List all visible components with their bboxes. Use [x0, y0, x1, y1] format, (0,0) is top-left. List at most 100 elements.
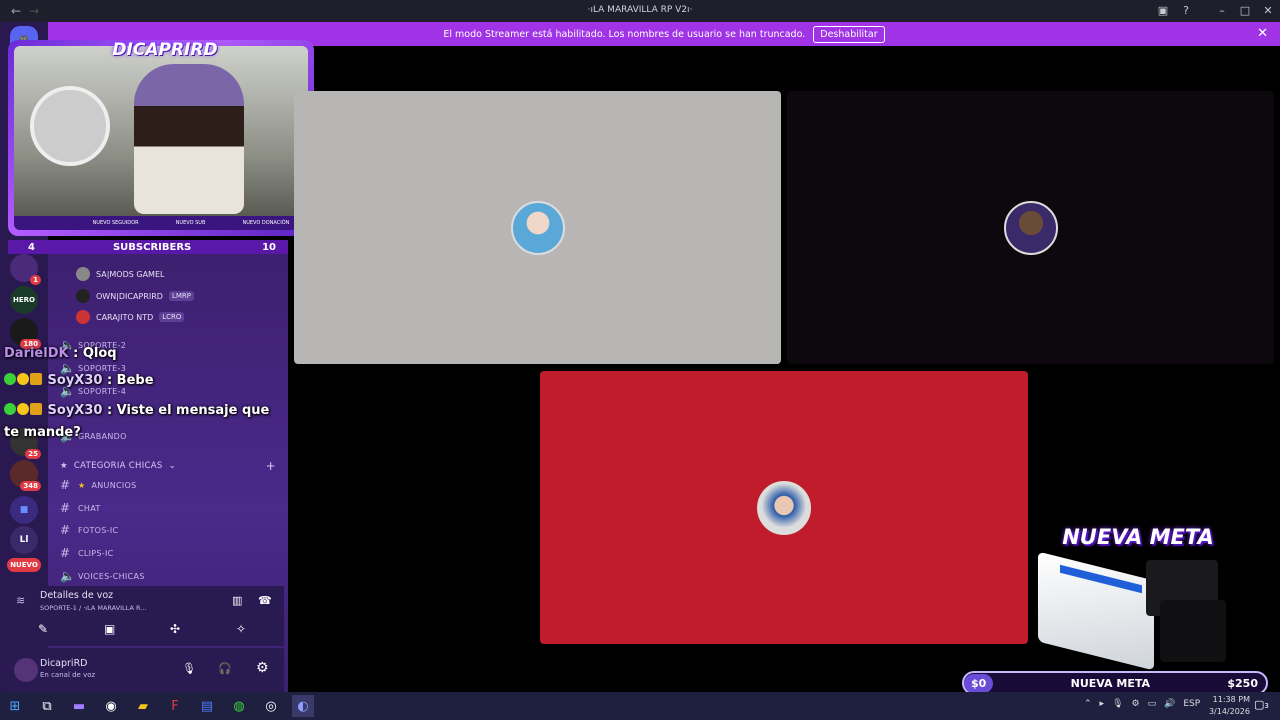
server-icon[interactable]: 348	[10, 460, 41, 491]
meta-bar-label: NUEVA META	[1070, 676, 1151, 690]
help-icon[interactable]: ?	[1178, 3, 1194, 19]
obs-icon[interactable]: ◎	[260, 695, 282, 717]
user-panel: DicapriRD En canal de voz 🎙 🎧 ⚙	[8, 648, 284, 692]
server-icon[interactable]: HERO	[10, 286, 38, 314]
star-icon: ★	[78, 480, 86, 490]
back-arrow-icon[interactable]: ←	[8, 4, 24, 18]
hash-icon: #	[60, 501, 71, 515]
text-channel[interactable]: # CLIPS-IC	[60, 543, 114, 563]
tray-icon[interactable]: ▸	[1100, 699, 1105, 709]
network-icon[interactable]: ▭	[1148, 699, 1157, 709]
voice-panel: ≋ Detalles de voz SOPORTE-1 / ·ıLA MARAV…	[8, 586, 284, 646]
window-title: ·ıLA MARAVILLA RP V2ı·	[587, 5, 693, 15]
app-icon[interactable]: F	[164, 695, 186, 717]
member-item[interactable]: SA|MODS GAMEL	[76, 265, 164, 283]
chevron-down-icon: ⌄	[168, 461, 176, 471]
text-channel[interactable]: # CHAT	[60, 498, 101, 518]
maximize-icon[interactable]: □	[1237, 3, 1253, 19]
chat-message: DarielDK : Qloq	[4, 346, 117, 361]
speaker-icon: 🔈	[60, 569, 76, 583]
new-badge[interactable]: NUEVO	[7, 558, 41, 572]
crown-icon	[30, 403, 42, 415]
taskbar: ⊞ ⧉ ▬ ◉ ▰ F ▤ ◍ ◎ ◐ ⌃ ▸ 🎙 ⚙ ▭ 🔊 ESP 11:3…	[0, 692, 1280, 720]
star-icon: ★	[60, 461, 68, 471]
hash-icon: #	[60, 478, 71, 492]
settings-gear-icon[interactable]: ⚙	[256, 660, 269, 676]
tray-icon[interactable]: ⚙	[1132, 699, 1140, 709]
text-channel[interactable]: # FOTOS-IC	[60, 520, 118, 540]
disable-button[interactable]: Deshabilitar	[813, 25, 885, 43]
disconnect-icon[interactable]: ☎	[258, 594, 272, 607]
diamond-icon	[4, 403, 16, 415]
app-icon[interactable]: ▬	[68, 695, 90, 717]
streamer-image	[134, 64, 244, 214]
sub-badge-icon	[17, 373, 29, 385]
chat-message: SoyX30 : Bebe	[4, 373, 154, 388]
avatar	[510, 200, 565, 255]
voice-status-title[interactable]: Detalles de voz	[40, 590, 113, 601]
system-tray: ⌃ ▸ 🎙 ⚙ ▭ 🔊 ESP	[1084, 699, 1200, 709]
soundboard-icon[interactable]: ▥	[232, 594, 242, 607]
minimize-icon[interactable]: –	[1214, 3, 1230, 19]
meta-min: $0	[964, 673, 994, 693]
chevron-up-icon[interactable]: ⌃	[1084, 699, 1092, 709]
headphones-icon[interactable]: 🎧	[218, 662, 232, 675]
server-initials[interactable]: Ll	[10, 526, 38, 554]
add-channel-icon[interactable]: +	[266, 459, 276, 473]
discord-icon[interactable]: ◐	[292, 695, 314, 717]
task-view-icon[interactable]: ⧉	[36, 695, 58, 717]
screen-share-icon[interactable]: ▣	[104, 622, 115, 636]
meta-title: NUEVA META	[1062, 525, 1214, 549]
chrome-icon[interactable]: ◍	[228, 695, 250, 717]
member-item[interactable]: OWN|DICAPRIRD LMRP	[76, 287, 194, 305]
banner-message: El modo Streamer está habilitado. Los no…	[443, 28, 806, 40]
app-icon[interactable]: ◉	[100, 695, 122, 717]
close-icon[interactable]: ✕	[1257, 26, 1268, 41]
app-icon[interactable]: ▤	[196, 695, 218, 717]
language-indicator[interactable]: ESP	[1183, 699, 1200, 709]
avatar[interactable]	[14, 658, 38, 682]
folder-icon[interactable]: ■	[10, 496, 38, 524]
volume-icon[interactable]: 🔊	[1164, 699, 1175, 709]
video-tile[interactable]	[787, 91, 1274, 364]
fan-image	[30, 86, 110, 166]
server-icon[interactable]: 1	[10, 254, 41, 285]
user-status: En canal de voz	[40, 671, 96, 679]
member-item[interactable]: CARAJITO NTD LCRO	[76, 308, 185, 326]
clock[interactable]: 11:38 PM 3/14/2026	[1209, 694, 1250, 718]
username[interactable]: DicapriRD	[40, 658, 88, 669]
inbox-icon[interactable]: ▣	[1155, 3, 1171, 19]
chat-message: SoyX30 : Viste el mensaje que te mande?	[4, 403, 270, 440]
notification-icon[interactable]: ▢3	[1254, 698, 1269, 711]
webcam-overlay: NUEVO SEGUIDOR NUEVO SUB NUEVO DONACIÓN	[8, 40, 314, 236]
sub-badge-icon	[17, 403, 29, 415]
avatar	[757, 480, 811, 535]
video-tile[interactable]	[294, 91, 781, 364]
voice-channel[interactable]: 🔈 VOICES-CHICAS	[60, 566, 145, 586]
signal-icon[interactable]: ≋	[16, 594, 25, 607]
file-explorer-icon[interactable]: ▰	[132, 695, 154, 717]
avatar	[76, 267, 90, 281]
microphone-icon[interactable]: 🎙	[182, 662, 196, 675]
forward-arrow-icon[interactable]: →	[26, 4, 42, 18]
webcam-video: NUEVO SEGUIDOR NUEVO SUB NUEVO DONACIÓN	[14, 46, 308, 230]
meta-max: $250	[1227, 676, 1258, 690]
cam-tags: NUEVO SEGUIDOR NUEVO SUB NUEVO DONACIÓN	[14, 216, 308, 230]
server-icon[interactable]: 180	[10, 318, 41, 349]
avatar	[1003, 200, 1058, 255]
close-window-icon[interactable]: ✕	[1260, 3, 1276, 19]
effects-icon[interactable]: ✧	[236, 622, 246, 636]
voice-channel-path: SOPORTE-1 / ·ıLA MARAVILLA R...	[40, 604, 147, 612]
category-header[interactable]: ★ CATEGORIA CHICAS ⌄ +	[60, 456, 276, 476]
activities-icon[interactable]: ✣	[170, 622, 180, 636]
battery-image	[1160, 600, 1226, 662]
video-tile[interactable]	[540, 371, 1028, 644]
crown-icon	[30, 373, 42, 385]
camera-off-icon[interactable]: ✎	[38, 622, 48, 636]
streamer-name: DICAPRIRD	[112, 40, 218, 60]
inverter-image	[1038, 551, 1154, 671]
avatar	[76, 310, 90, 324]
windows-start-icon[interactable]: ⊞	[4, 695, 26, 717]
microphone-icon[interactable]: 🎙	[1112, 699, 1123, 709]
text-channel[interactable]: # ★ ANUNCIOS	[60, 475, 137, 495]
